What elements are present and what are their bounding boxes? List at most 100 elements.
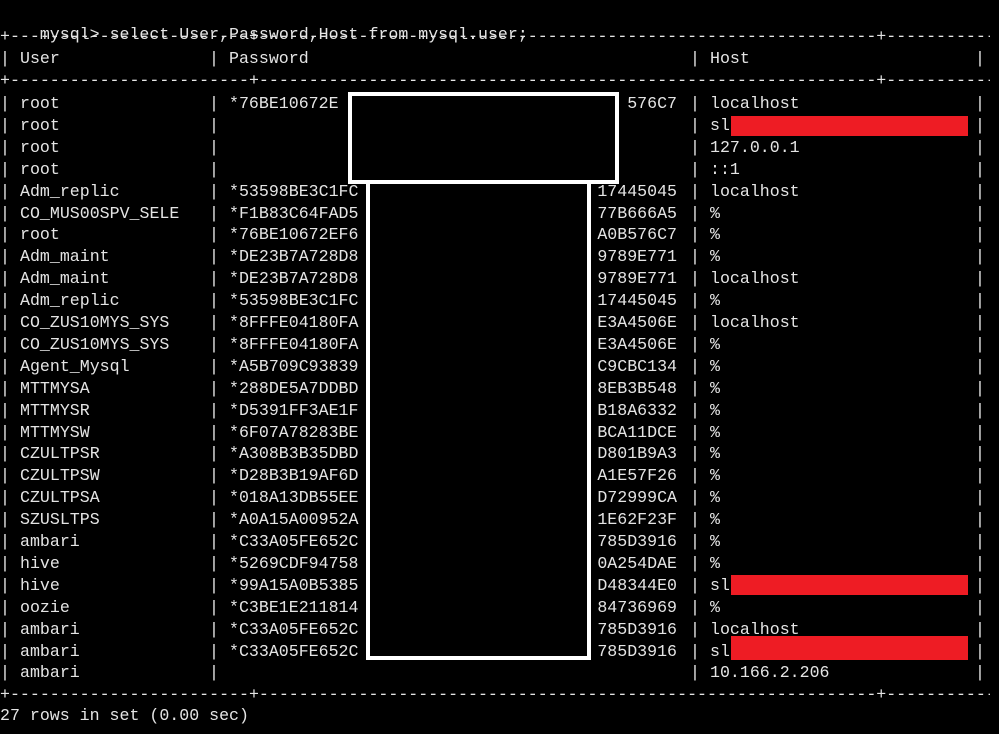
cell-password-end: A0B576C7 xyxy=(597,225,677,244)
cell-user: ambari xyxy=(20,663,80,682)
cell-password: *5269CDF94758 xyxy=(229,554,359,573)
column-separator: | xyxy=(209,444,219,463)
column-separator: | xyxy=(209,116,219,135)
column-separator: | xyxy=(209,423,219,442)
cell-host: % xyxy=(710,488,720,507)
column-separator: | xyxy=(0,182,10,201)
column-separator: | xyxy=(975,620,985,639)
terminal-window[interactable]: mysql> select User,Password,Host from my… xyxy=(0,2,999,734)
column-separator: | xyxy=(690,598,700,617)
column-separator: | xyxy=(209,204,219,223)
cell-host: 10.166.2.206 xyxy=(710,663,830,682)
column-separator: | xyxy=(0,401,10,420)
column-separator: | xyxy=(690,488,700,507)
column-separator: | xyxy=(975,576,985,595)
cell-password-end: C9CBC134 xyxy=(597,357,677,376)
cell-host: % xyxy=(710,532,720,551)
cell-password: *F1B83C64FAD5 xyxy=(229,204,359,223)
column-separator: | xyxy=(690,642,700,661)
column-separator: | xyxy=(0,488,10,507)
cell-user: ambari xyxy=(20,532,80,551)
cell-host: % xyxy=(710,466,720,485)
cell-password-end: 17445045 xyxy=(597,182,677,201)
column-separator: | xyxy=(0,160,10,179)
table-header-row: | User | Password | Host | xyxy=(0,49,985,68)
cell-user: Adm_maint xyxy=(20,247,110,266)
column-separator: | xyxy=(975,357,985,376)
cell-user: root xyxy=(20,225,60,244)
column-separator: | xyxy=(0,642,10,661)
table-row: | ambari | | 10.166.2.206 | xyxy=(0,662,999,684)
cell-user: Adm_replic xyxy=(20,182,120,201)
column-separator: | xyxy=(975,138,985,157)
cell-password: *C33A05FE652C xyxy=(229,620,359,639)
column-separator: | xyxy=(0,379,10,398)
column-separator: | xyxy=(690,423,700,442)
column-separator: | xyxy=(0,335,10,354)
column-separator: | xyxy=(0,357,10,376)
cell-password: *53598BE3C1FC xyxy=(229,182,359,201)
column-separator: | xyxy=(975,423,985,442)
column-separator: | xyxy=(0,444,10,463)
cell-user: root xyxy=(20,160,60,179)
cell-password-end: 576C7 xyxy=(627,94,677,113)
cell-user: CZULTPSW xyxy=(20,466,100,485)
column-separator: | xyxy=(690,401,700,420)
cell-password: *288DE5A7DDBD xyxy=(229,379,359,398)
column-separator: | xyxy=(0,423,10,442)
column-separator: | xyxy=(690,160,700,179)
column-separator: | xyxy=(209,598,219,617)
column-separator: | xyxy=(0,204,10,223)
column-separator: | xyxy=(0,576,10,595)
column-separator: | xyxy=(975,379,985,398)
cell-host: sl xyxy=(710,116,730,135)
column-separator: | xyxy=(690,532,700,551)
cell-host: % xyxy=(710,204,720,223)
column-separator: | xyxy=(209,335,219,354)
cell-password-end: 1E62F23F xyxy=(597,510,677,529)
cell-user: MTTMYSA xyxy=(20,379,90,398)
cell-host: % xyxy=(710,554,720,573)
redaction-box-password-column xyxy=(366,180,591,660)
cell-password-end: E3A4506E xyxy=(597,313,677,332)
cell-user: CZULTPSR xyxy=(20,444,100,463)
cell-user: MTTMYSR xyxy=(20,401,90,420)
cell-user: root xyxy=(20,116,60,135)
cell-password-end: 84736969 xyxy=(597,598,677,617)
column-separator: | xyxy=(209,401,219,420)
column-separator: | xyxy=(209,488,219,507)
cell-password-end: 8EB3B548 xyxy=(597,379,677,398)
cell-user: CO_ZUS10MYS_SYS xyxy=(20,313,170,332)
cell-password: *A0A15A00952A xyxy=(229,510,359,529)
column-separator: | xyxy=(209,225,219,244)
cell-password-end: 77B666A5 xyxy=(597,204,677,223)
redaction-box-top xyxy=(348,92,619,184)
cell-user: CZULTPSA xyxy=(20,488,100,507)
column-separator: | xyxy=(975,247,985,266)
cell-host: % xyxy=(710,444,720,463)
column-separator: | xyxy=(0,138,10,157)
cell-host: sl xyxy=(710,642,730,661)
column-separator: | xyxy=(0,620,10,639)
column-separator: | xyxy=(209,620,219,639)
column-separator: | xyxy=(209,182,219,201)
column-separator: | xyxy=(209,379,219,398)
column-separator: | xyxy=(209,94,219,113)
column-separator: | xyxy=(975,554,985,573)
column-separator: | xyxy=(975,642,985,661)
column-separator: | xyxy=(209,554,219,573)
column-separator: | xyxy=(690,138,700,157)
cell-password: *018A13DB55EE xyxy=(229,488,359,507)
cell-user: root xyxy=(20,94,60,113)
column-separator: | xyxy=(975,116,985,135)
cell-password: *DE23B7A728D8 xyxy=(229,247,359,266)
cell-user: ambari xyxy=(20,620,80,639)
redaction-host-row-2 xyxy=(731,116,968,136)
column-separator: | xyxy=(209,663,219,682)
column-separator: | xyxy=(975,291,985,310)
column-separator: | xyxy=(0,466,10,485)
column-separator: | xyxy=(975,532,985,551)
cell-host: % xyxy=(710,247,720,266)
cell-password: *76BE10672E xyxy=(229,94,339,113)
column-separator: | xyxy=(690,510,700,529)
